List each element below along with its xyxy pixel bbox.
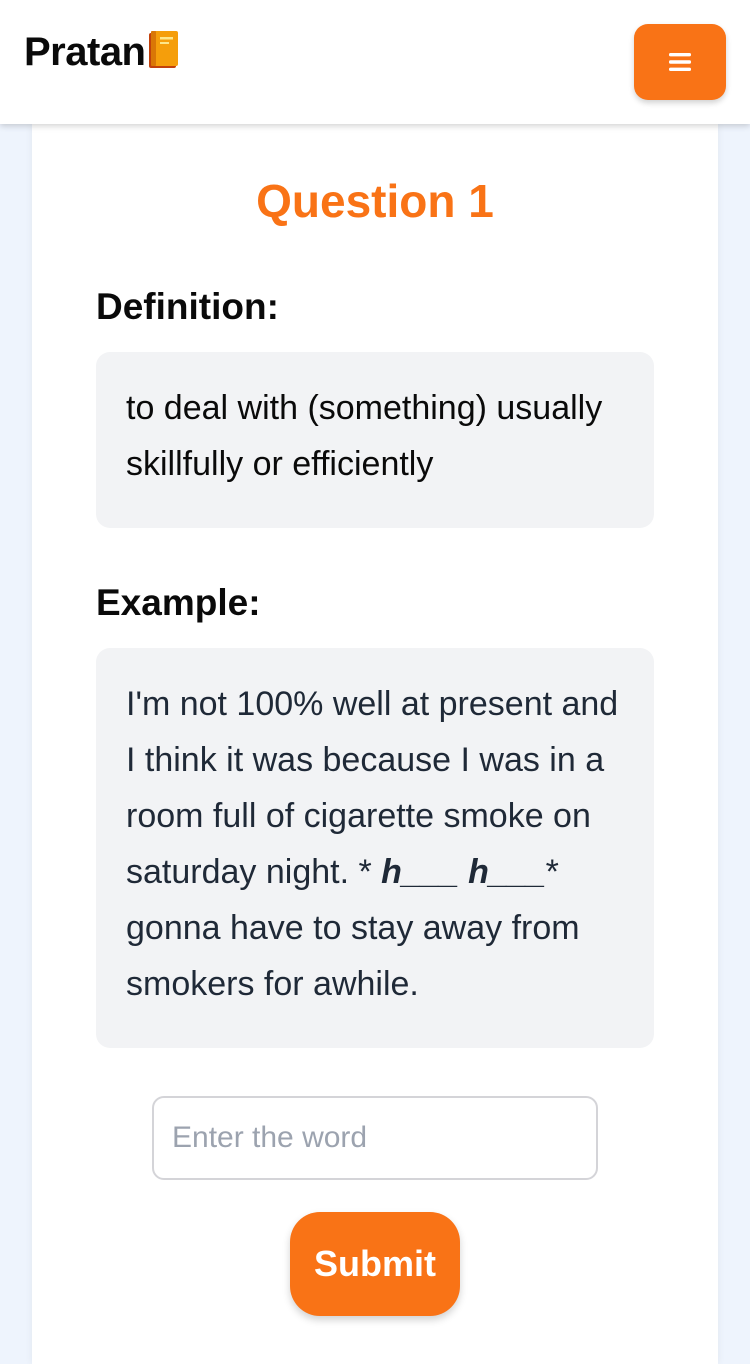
question-card: Question 1 Definition: to deal with (som…: [32, 124, 718, 1364]
menu-toggle-button[interactable]: [634, 24, 726, 100]
book-icon: [148, 30, 180, 70]
hamburger-menu-icon: [669, 53, 691, 71]
definition-box: to deal with (something) usually skillfu…: [96, 352, 654, 528]
example-heading: Example:: [96, 582, 261, 623]
definition-text: to deal with (something) usually skillfu…: [126, 389, 603, 483]
answer-input[interactable]: [152, 1096, 598, 1180]
definition-heading: Definition:: [96, 286, 279, 327]
submit-button[interactable]: Submit: [290, 1212, 460, 1316]
question-title: Question 1: [256, 175, 494, 227]
example-box: I'm not 100% well at present and I think…: [96, 648, 654, 1048]
brand-logo-link[interactable]: Pratan: [24, 30, 180, 75]
brand-name: Pratan: [24, 30, 146, 74]
example-blank-hint: h___ h___: [381, 853, 546, 891]
top-navbar: Pratan: [0, 0, 750, 124]
